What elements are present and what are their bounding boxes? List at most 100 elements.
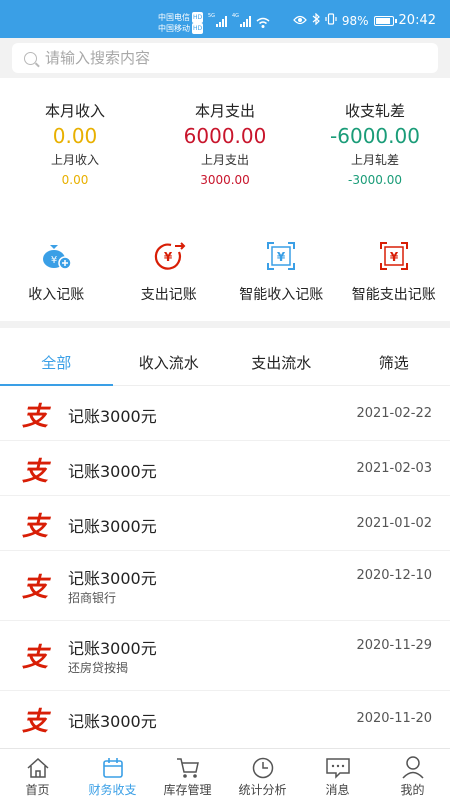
search-box[interactable] [12,43,438,73]
record-title: 记账3000元 [68,639,157,658]
bluetooth-icon [312,12,320,28]
summary-balance: 收支轧差 -6000.00 上月轧差 -3000.00 [300,100,450,198]
nav-inventory-label: 库存管理 [163,783,212,797]
nav-messages[interactable]: 消息 [300,749,375,800]
svg-text:¥: ¥ [164,250,173,264]
svg-text:¥: ¥ [390,250,399,264]
tab-income-flow[interactable]: 收入流水 [113,340,226,385]
record-title: 记账3000元 [68,462,157,481]
signal-5g-icon: 5G [208,13,227,27]
search-bar [0,38,450,78]
income-entry-label: 收入记账 [28,287,85,303]
record-date: 2020-11-29 [356,638,432,653]
signal-4g-icon: 4G [232,13,251,27]
expense-badge: 支 [22,402,49,432]
quick-actions: ¥ 收入记账 ¥ 支出记账 ¥ 智能收入记账 ¥ 智能支出记账 [0,232,450,322]
balance-title: 收支轧差 [344,102,405,120]
record-title: 记账3000元 [68,407,157,426]
smart-expense-icon: ¥ [338,238,450,274]
record-note: 还房贷按揭 [68,661,129,675]
expense-badge: 支 [22,707,49,737]
record-date: 2021-02-22 [356,406,432,421]
expense-badge: 支 [22,573,49,603]
smart-income-button[interactable]: ¥ 智能收入记账 [225,232,338,322]
tab-filter[interactable]: 筛选 [338,340,450,385]
expense-badge: 支 [22,457,49,487]
message-icon [300,749,375,779]
smart-expense-label: 智能支出记账 [351,287,436,303]
bottom-nav: 首页 财务收支 库存管理 统计分析 消息 我的 [0,748,450,800]
nav-messages-label: 消息 [325,783,350,797]
record-title: 记账3000元 [68,712,157,731]
tab-all[interactable]: 全部 [0,340,113,386]
nav-profile-label: 我的 [400,783,425,797]
wifi-icon [256,14,270,33]
record-date: 2020-12-10 [356,568,432,583]
list-item[interactable]: 支 记账3000元 招商银行 2020-12-10 [0,551,450,621]
battery-icon [373,15,397,26]
home-icon [0,749,75,779]
summary-income: 本月收入 0.00 上月收入 0.00 [0,100,150,198]
list-item[interactable]: 支 记账3000元 2020-11-20 [0,691,450,746]
battery-percent: 98% [341,13,369,28]
record-date: 2021-01-02 [356,516,432,531]
nav-statistics[interactable]: 统计分析 [225,749,300,800]
smart-income-label: 智能收入记账 [239,287,324,303]
carrier-1: 中国电信 [158,13,190,22]
list-item[interactable]: 支 记账3000元 2021-02-03 [0,441,450,496]
hd-badge-1: HD [192,12,204,23]
expense-title: 本月支出 [194,102,255,120]
nav-home[interactable]: 首页 [0,749,75,800]
nav-home-label: 首页 [25,783,50,797]
nav-finance[interactable]: 财务收支 [75,749,150,800]
income-value: 0.00 [52,124,98,148]
user-icon [375,749,450,779]
section-divider [0,321,450,328]
record-tabs: 全部 收入流水 支出流水 筛选 [0,340,450,386]
search-icon [24,51,37,65]
last-expense-value: 3000.00 [200,173,250,187]
expense-badge: 支 [22,643,49,673]
summary-expense: 本月支出 6000.00 上月支出 3000.00 [150,100,300,198]
last-income-value: 0.00 [61,173,89,187]
status-right: 98% 20:42 [293,12,436,28]
nav-finance-label: 财务收支 [88,783,137,797]
yuan-out-icon: ¥ [113,238,226,274]
record-date: 2020-11-20 [356,711,432,726]
record-title: 记账3000元 [68,517,157,536]
list-item[interactable]: 支 记账3000元 2021-01-02 [0,496,450,551]
expense-entry-button[interactable]: ¥ 支出记账 [113,232,226,322]
status-bar: 中国电信 HD 中国移动 HD 5G 4G 98% 20:42 [0,0,450,38]
money-bag-icon: ¥ [0,238,113,274]
record-note: 招商银行 [68,591,117,605]
summary-panel: 本月收入 0.00 上月收入 0.00 本月支出 6000.00 上月支出 30… [0,78,450,198]
svg-text:¥: ¥ [51,255,57,266]
smart-income-icon: ¥ [225,238,338,274]
last-balance-label: 上月轧差 [350,153,399,167]
calendar-icon [75,749,150,779]
smart-expense-button[interactable]: ¥ 智能支出记账 [338,232,450,322]
carrier-2: 中国移动 [158,24,190,33]
last-balance-value: -3000.00 [348,173,402,187]
last-income-label: 上月收入 [50,153,99,167]
clock-icon [225,749,300,779]
list-item[interactable]: 支 记账3000元 2021-02-22 [0,386,450,441]
balance-value: -6000.00 [330,124,420,148]
last-expense-label: 上月支出 [200,153,249,167]
tab-expense-flow[interactable]: 支出流水 [225,340,338,385]
carrier-info: 中国电信 HD 中国移动 HD [158,12,204,34]
income-title: 本月收入 [44,102,105,120]
nav-statistics-label: 统计分析 [238,783,287,797]
expense-badge: 支 [22,512,49,542]
search-input[interactable] [45,49,405,67]
record-title: 记账3000元 [68,569,157,588]
hd-badge-2: HD [192,23,204,34]
nav-inventory[interactable]: 库存管理 [150,749,225,800]
list-item[interactable]: 支 记账3000元 还房贷按揭 2020-11-29 [0,621,450,691]
nav-profile[interactable]: 我的 [375,749,450,800]
eye-icon [293,14,307,28]
svg-text:¥: ¥ [277,250,286,264]
record-list: 支 记账3000元 2021-02-22 支 记账3000元 2021-02-0… [0,386,450,746]
cart-icon [150,749,225,779]
income-entry-button[interactable]: ¥ 收入记账 [0,232,113,322]
